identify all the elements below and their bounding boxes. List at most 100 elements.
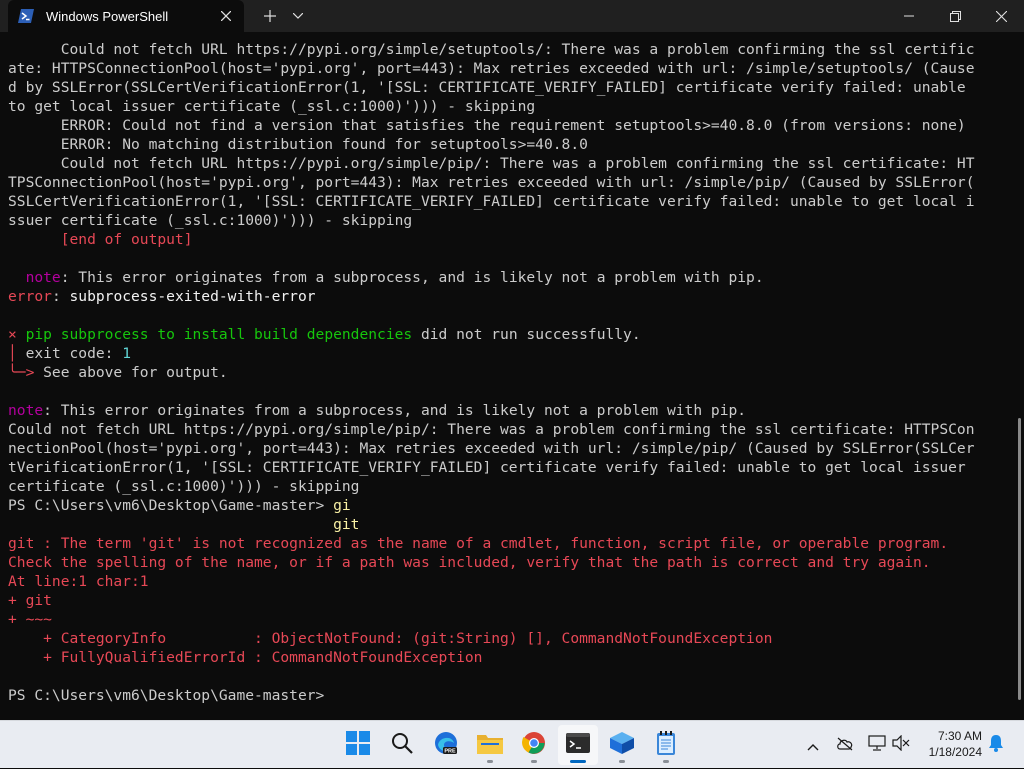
terminal-text: Check the spelling of the name, or if a …: [8, 554, 931, 571]
terminal-line: tVerificationError(1, '[SSL: CERTIFICATE…: [8, 458, 1012, 477]
notifications-button[interactable]: [984, 721, 1008, 769]
edge-beta-button[interactable]: PRE: [426, 725, 466, 765]
notepad-icon: [656, 731, 676, 759]
terminal-text: ssuer certificate (_ssl.c:1000)'))) - sk…: [8, 212, 413, 229]
terminal-line: note: This error originates from a subpr…: [8, 401, 1012, 420]
terminal-line: ERROR: Could not find a version that sat…: [8, 116, 1012, 135]
terminal-text: error: [8, 288, 52, 305]
terminal-line: Could not fetch URL https://pypi.org/sim…: [8, 40, 1012, 59]
search-button[interactable]: [382, 725, 422, 765]
title-bar: Windows PowerShell: [0, 0, 1024, 32]
network-icon: [868, 735, 886, 755]
terminal-line: At line:1 char:1: [8, 572, 1012, 591]
vscode-app-button[interactable]: [602, 725, 642, 765]
terminal-text: + git: [8, 592, 52, 609]
running-indicator: [531, 760, 537, 763]
terminal-output[interactable]: Could not fetch URL https://pypi.org/sim…: [8, 40, 1012, 716]
minimize-icon[interactable]: [886, 0, 932, 32]
terminal-text: 1: [122, 345, 132, 362]
notepad-button[interactable]: [646, 725, 686, 765]
close-tab-icon[interactable]: [216, 6, 236, 26]
terminal-text: subprocess-exited-with-error: [69, 288, 316, 305]
clock-date: 1/18/2024: [928, 745, 982, 759]
close-icon[interactable]: [978, 0, 1024, 32]
plus-icon[interactable]: [256, 0, 284, 32]
terminal-text: did not run successfully.: [412, 326, 641, 343]
chrome-button[interactable]: [514, 725, 554, 765]
terminal-line: git: [8, 515, 1012, 534]
volume-tray-button[interactable]: [890, 721, 912, 769]
tab-title: Windows PowerShell: [46, 8, 169, 24]
terminal-line: + FullyQualifiedErrorId : CommandNotFoun…: [8, 648, 1012, 667]
show-hidden-icons-button[interactable]: [802, 721, 824, 769]
clock-time: 7:30 AM: [937, 729, 982, 743]
network-tray-button[interactable]: [866, 721, 888, 769]
terminal-text: + ~~~: [8, 611, 52, 628]
terminal-line: nectionPool(host='pypi.org', port=443): …: [8, 439, 1012, 458]
terminal-text: ate: HTTPSConnectionPool(host='pypi.org'…: [8, 60, 975, 77]
terminal-text: git : The term 'git' is not recognized a…: [8, 535, 949, 552]
terminal-line: Could not fetch URL https://pypi.org/sim…: [8, 154, 1012, 173]
terminal-text: ╰─>: [8, 364, 35, 381]
restore-icon[interactable]: [932, 0, 978, 32]
terminal-text: :: [51, 288, 70, 305]
terminal-text: pip subprocess to install build dependen…: [16, 326, 413, 343]
terminal-text: PS C:\Users\vm6\Desktop\Game-master>: [8, 497, 334, 514]
terminal-text: exit code:: [16, 345, 123, 362]
terminal-line: TPSConnectionPool(host='pypi.org', port=…: [8, 173, 1012, 192]
terminal-text: certificate (_ssl.c:1000)'))) - skipping: [8, 478, 360, 495]
onedrive-tray-button[interactable]: [834, 721, 856, 769]
cube-icon: [609, 731, 635, 759]
terminal-text: + FullyQualifiedErrorId : CommandNotFoun…: [8, 649, 483, 666]
terminal-line: [end of output]: [8, 230, 1012, 249]
terminal-text: ×: [8, 326, 17, 343]
taskbar: PRE 7:30 AM 1/18/2024: [0, 720, 1024, 768]
scrollbar[interactable]: [1018, 418, 1021, 700]
terminal-line: ate: HTTPSConnectionPool(host='pypi.org'…: [8, 59, 1012, 78]
terminal-text: Could not fetch URL https://pypi.org/sim…: [8, 41, 975, 58]
terminal-line: ╰─> See above for output.: [8, 363, 1012, 382]
windows-icon: [346, 731, 370, 759]
terminal-text: [end of output]: [8, 231, 193, 248]
terminal-line: PS C:\Users\vm6\Desktop\Game-master>: [8, 686, 1012, 705]
terminal-line: PS C:\Users\vm6\Desktop\Game-master> gi: [8, 496, 1012, 515]
cloud-offline-icon: [836, 736, 854, 755]
terminal-text: Could not fetch URL https://pypi.org/sim…: [8, 421, 975, 438]
terminal-text: : This error originates from a subproces…: [60, 269, 764, 286]
terminal-line: d by SSLError(SSLCertVerificationError(1…: [8, 78, 1012, 97]
running-indicator: [619, 760, 625, 763]
bell-icon: [988, 734, 1004, 756]
terminal-line: git : The term 'git' is not recognized a…: [8, 534, 1012, 553]
terminal-text: nectionPool(host='pypi.org', port=443): …: [8, 440, 975, 457]
terminal-text: ERROR: No matching distribution found fo…: [8, 136, 588, 153]
terminal-line: + ~~~: [8, 610, 1012, 629]
terminal-line: Could not fetch URL https://pypi.org/sim…: [8, 420, 1012, 439]
terminal-text: to get local issuer certificate (_ssl.c:…: [8, 98, 536, 115]
clock[interactable]: 7:30 AM 1/18/2024: [929, 728, 982, 760]
terminal-text: gi: [333, 497, 351, 514]
terminal-text: Could not fetch URL https://pypi.org/sim…: [8, 155, 975, 172]
folder-icon: [477, 732, 503, 758]
terminal-text: ERROR: Could not find a version that sat…: [8, 117, 966, 134]
terminal-text: + CategoryInfo : ObjectNotFound: (git:St…: [8, 630, 773, 647]
terminal-text: note: [8, 402, 44, 419]
tab-windows-powershell[interactable]: Windows PowerShell: [8, 0, 244, 32]
terminal-text: tVerificationError(1, '[SSL: CERTIFICATE…: [8, 459, 966, 476]
terminal-text: PS C:\Users\vm6\Desktop\Game-master>: [8, 687, 325, 704]
terminal-line: SSLCertVerificationError(1, '[SSL: CERTI…: [8, 192, 1012, 211]
chrome-icon: [522, 731, 546, 759]
file-explorer-button[interactable]: [470, 725, 510, 765]
chevron-down-icon[interactable]: [286, 0, 310, 32]
start-button[interactable]: [338, 725, 378, 765]
terminal-text: SSLCertVerificationError(1, '[SSL: CERTI…: [8, 193, 975, 210]
terminal-button[interactable]: [558, 725, 598, 765]
search-icon: [391, 732, 413, 758]
terminal-text: git: [333, 516, 360, 533]
terminal-line: note: This error originates from a subpr…: [8, 268, 1012, 287]
terminal-line: ssuer certificate (_ssl.c:1000)'))) - sk…: [8, 211, 1012, 230]
volume-muted-icon: [892, 734, 910, 755]
